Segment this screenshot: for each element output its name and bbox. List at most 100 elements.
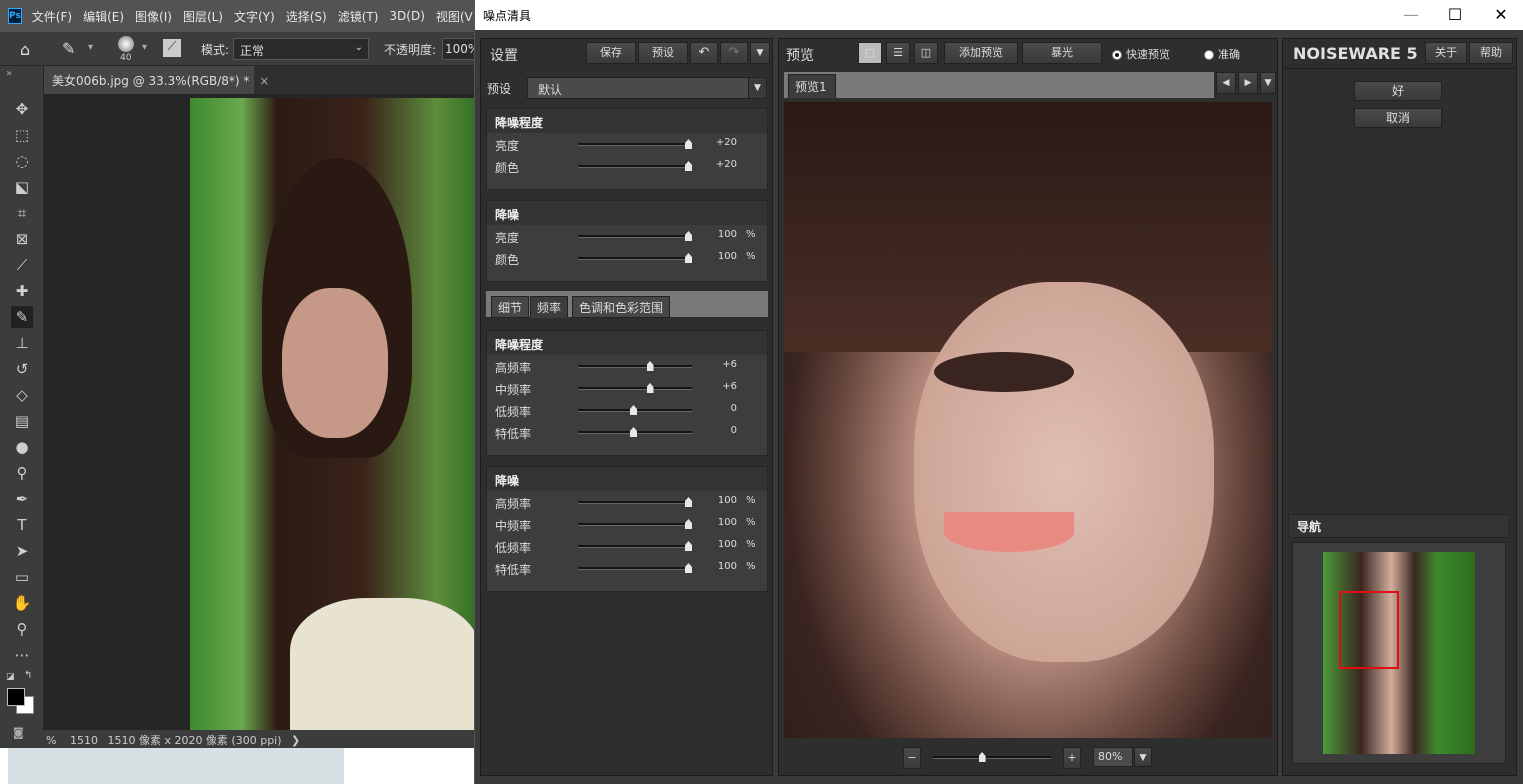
slider-track[interactable] <box>578 519 692 529</box>
slider-value[interactable]: +6 <box>705 359 737 370</box>
save-button[interactable]: 保存 <box>586 42 636 64</box>
slider-thumb[interactable] <box>646 361 654 371</box>
split-horizontal-icon[interactable]: ☰ <box>886 42 910 64</box>
frame-tool-icon[interactable]: ⊠ <box>11 228 33 250</box>
cancel-button[interactable]: 取消 <box>1354 108 1442 128</box>
slider-track[interactable] <box>578 383 692 393</box>
menu-edit[interactable]: 编辑(E) <box>83 8 124 25</box>
single-view-icon[interactable]: ▢ <box>858 42 882 64</box>
slider-value[interactable]: 100 <box>705 539 737 550</box>
tab-detail[interactable]: 细节 <box>491 296 530 318</box>
type-tool-icon[interactable]: T <box>11 514 33 536</box>
brush-settings-icon[interactable]: ⟋ <box>163 39 181 57</box>
brush-tool-icon[interactable]: ✎ <box>62 39 75 58</box>
slider-track[interactable] <box>578 361 692 371</box>
slider-value[interactable]: +6 <box>705 381 737 392</box>
healing-brush-tool-icon[interactable]: ✚ <box>11 280 33 302</box>
menu-select[interactable]: 选择(S) <box>286 8 327 25</box>
stamp-tool-icon[interactable]: ⊥ <box>11 332 33 354</box>
lasso-tool-icon[interactable]: ◌ <box>11 150 33 172</box>
menu-3d[interactable]: 3D(D) <box>389 9 424 23</box>
menu-file[interactable]: 文件(F) <box>32 8 72 25</box>
about-button[interactable]: 关于 <box>1425 42 1467 64</box>
maximize-icon[interactable]: ☐ <box>1443 4 1467 26</box>
close-icon[interactable]: ✕ <box>1489 4 1513 26</box>
slider-thumb[interactable] <box>685 253 692 263</box>
accurate-radio[interactable]: 准确 <box>1204 46 1240 62</box>
slider-value[interactable]: 100 <box>705 251 737 262</box>
zoom-select[interactable]: 80% <box>1093 747 1133 767</box>
navigator-view-rect[interactable] <box>1339 591 1399 669</box>
foreground-color-swatch[interactable] <box>7 688 25 706</box>
status-zoom[interactable]: 1510 <box>70 734 98 747</box>
close-icon[interactable]: × <box>259 74 269 88</box>
slider-thumb[interactable] <box>646 383 654 393</box>
ok-button[interactable]: 好 <box>1354 81 1442 101</box>
next-tab-icon[interactable]: ▶ <box>1238 72 1258 94</box>
slider-track[interactable] <box>578 541 692 551</box>
quick-select-tool-icon[interactable]: ⬕ <box>11 176 33 198</box>
slider-track[interactable] <box>578 497 692 507</box>
preview-image[interactable] <box>784 102 1272 738</box>
slider-value[interactable]: +20 <box>705 137 737 148</box>
prev-tab-icon[interactable]: ◀ <box>1216 72 1236 94</box>
slider-thumb[interactable] <box>685 231 692 241</box>
rectangle-tool-icon[interactable]: ▭ <box>11 566 33 588</box>
dodge-tool-icon[interactable]: ⚲ <box>11 462 33 484</box>
chevron-down-icon[interactable]: ▼ <box>1260 72 1276 94</box>
zoom-in-button[interactable]: + <box>1063 747 1081 769</box>
menu-image[interactable]: 图像(I) <box>135 8 172 25</box>
chevron-down-icon[interactable]: ▾ <box>142 42 147 53</box>
zoom-out-button[interactable]: − <box>903 747 921 769</box>
minimize-icon[interactable]: — <box>1399 4 1423 26</box>
slider-track[interactable] <box>578 563 692 573</box>
slider-track[interactable] <box>578 231 692 241</box>
zoom-slider[interactable] <box>933 752 1051 762</box>
marquee-tool-icon[interactable]: ⬚ <box>11 124 33 146</box>
document-tab[interactable]: 美女006b.jpg @ 33.3%(RGB/8*) * × <box>44 66 269 94</box>
history-brush-tool-icon[interactable]: ↺ <box>11 358 33 380</box>
gradient-tool-icon[interactable]: ▤ <box>11 410 33 432</box>
quick-mask-icon[interactable]: ◙ <box>13 726 24 739</box>
slider-value[interactable]: 100 <box>705 517 737 528</box>
help-button[interactable]: 帮助 <box>1469 42 1513 64</box>
more-tools-icon[interactable]: ⋯ <box>11 644 33 666</box>
slider-thumb[interactable] <box>630 427 637 437</box>
slider-thumb[interactable] <box>685 563 692 573</box>
slider-value[interactable]: 0 <box>705 403 737 414</box>
menu-filter[interactable]: 滤镜(T) <box>338 8 379 25</box>
brush-preset-icon[interactable] <box>118 36 134 52</box>
zoom-tool-icon[interactable]: ⚲ <box>11 618 33 640</box>
crop-tool-icon[interactable]: ⌗ <box>11 202 33 224</box>
brush-tool-icon[interactable]: ✎ <box>11 306 33 328</box>
default-colors-icon[interactable]: ◪ <box>6 672 15 682</box>
split-vertical-icon[interactable]: ◫ <box>914 42 938 64</box>
path-select-tool-icon[interactable]: ➤ <box>11 540 33 562</box>
preset-select[interactable]: 默认 ▼ <box>527 77 767 99</box>
preset-button[interactable]: 预设 <box>638 42 688 64</box>
slider-track[interactable] <box>578 139 692 149</box>
mode-select[interactable]: 正常 ⌄ <box>233 38 369 60</box>
slider-track[interactable] <box>578 161 692 171</box>
status-menu-arrow-icon[interactable]: ❯ <box>291 734 300 747</box>
exposure-button[interactable]: 暴光 <box>1022 42 1102 64</box>
slider-thumb[interactable] <box>630 405 637 415</box>
blur-tool-icon[interactable]: ● <box>11 436 33 458</box>
slider-value[interactable]: 100 <box>705 495 737 506</box>
document-photo[interactable] <box>190 98 480 730</box>
slider-value[interactable]: 100 <box>705 229 737 240</box>
slider-track[interactable] <box>578 253 692 263</box>
slider-track[interactable] <box>578 427 692 437</box>
collapse-icon[interactable]: » <box>6 68 12 79</box>
slider-thumb[interactable] <box>685 497 692 507</box>
menu-layer[interactable]: 图层(L) <box>183 8 223 25</box>
chevron-down-icon[interactable]: ▼ <box>1134 747 1152 767</box>
tab-tone-color[interactable]: 色调和色彩范围 <box>572 296 671 318</box>
preview-tab-1[interactable]: 预览1 <box>788 74 836 98</box>
menu-type[interactable]: 文字(Y) <box>234 8 275 25</box>
hand-tool-icon[interactable]: ✋ <box>11 592 33 614</box>
slider-track[interactable] <box>578 405 692 415</box>
slider-thumb[interactable] <box>685 519 692 529</box>
menu-view[interactable]: 视图(V) <box>436 8 478 25</box>
eraser-tool-icon[interactable]: ◇ <box>11 384 33 406</box>
